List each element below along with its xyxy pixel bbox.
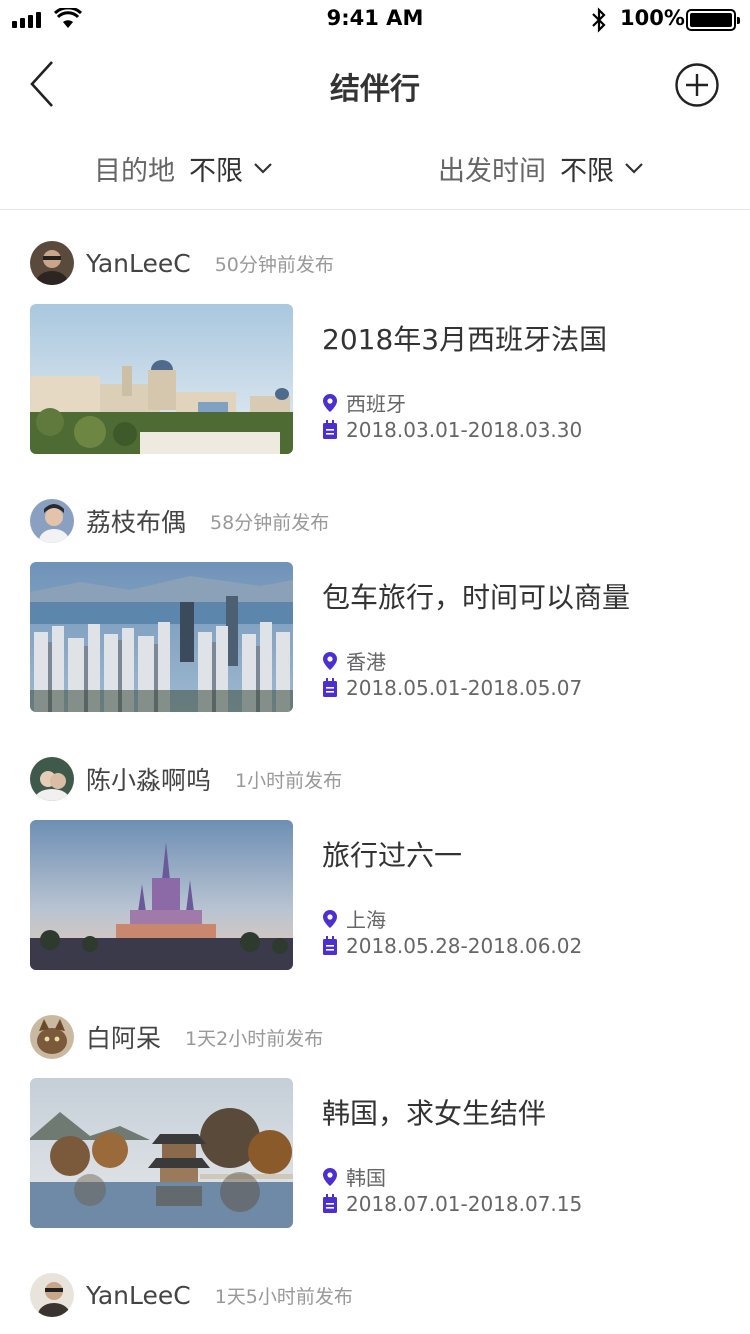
- avatar[interactable]: [30, 499, 74, 543]
- date-range-text: 2018.07.01-2018.07.15: [346, 1192, 583, 1216]
- posted-time: 1小时前发布: [235, 769, 343, 792]
- posted-time: 50分钟前发布: [214, 253, 334, 276]
- status-bar: 9:41 AM 100%: [0, 0, 750, 40]
- calendar-icon: [323, 1194, 337, 1213]
- post-card[interactable]: YanLeeC 50分钟前发布 2018年3月西班牙法国 西班牙 2018.03…: [0, 240, 750, 498]
- post-header: YanLeeC 1天5小时前发布: [30, 1272, 353, 1318]
- calendar-icon: [323, 678, 337, 697]
- location-text: 西班牙: [346, 392, 406, 416]
- calendar-icon: [323, 936, 337, 955]
- post-title[interactable]: 旅行过六一: [322, 834, 462, 874]
- location-text: 香港: [346, 650, 386, 674]
- post-location: 西班牙: [322, 388, 406, 417]
- depart-time-filter-label: 出发时间: [438, 155, 546, 187]
- post-card[interactable]: YanLeeC 1天5小时前发布: [0, 1272, 750, 1334]
- date-range-text: 2018.05.28-2018.06.02: [346, 934, 583, 958]
- post-thumbnail[interactable]: [30, 1078, 293, 1228]
- destination-filter-label: 目的地: [94, 155, 175, 187]
- location-pin-icon: [323, 651, 337, 670]
- post-header: 荔枝布偶 58分钟前发布: [30, 498, 329, 544]
- post-thumbnail[interactable]: [30, 304, 293, 454]
- post-location: 香港: [322, 646, 386, 675]
- calendar-icon: [323, 420, 337, 439]
- author-name[interactable]: YanLeeC: [86, 249, 191, 278]
- depart-time-filter-value: 不限: [560, 155, 614, 187]
- post-card[interactable]: 荔枝布偶 58分钟前发布 包车旅行，时间可以商量 香港 2018.05.01-2…: [0, 498, 750, 756]
- avatar[interactable]: [30, 1015, 74, 1059]
- battery-icon: [686, 9, 740, 31]
- location-text: 上海: [346, 908, 386, 932]
- post-header: YanLeeC 50分钟前发布: [30, 240, 334, 286]
- post-dates: 2018.05.01-2018.05.07: [322, 676, 582, 700]
- avatar[interactable]: [30, 757, 74, 801]
- post-dates: 2018.03.01-2018.03.30: [322, 418, 582, 442]
- posted-time: 1天2小时前发布: [185, 1027, 324, 1050]
- post-thumbnail[interactable]: [30, 562, 293, 712]
- post-card[interactable]: 陈小淼啊呜 1小时前发布 旅行过六一 上海 2018.05.28-2018.06…: [0, 756, 750, 1014]
- post-location: 上海: [322, 904, 386, 933]
- post-dates: 2018.05.28-2018.06.02: [322, 934, 582, 958]
- author-name[interactable]: YanLeeC: [86, 1281, 191, 1310]
- post-title[interactable]: 2018年3月西班牙法国: [322, 318, 607, 358]
- date-range-text: 2018.03.01-2018.03.30: [346, 418, 583, 442]
- post-title[interactable]: 包车旅行，时间可以商量: [322, 576, 630, 616]
- post-location: 韩国: [322, 1162, 386, 1191]
- post-card[interactable]: 白阿呆 1天2小时前发布 韩国，求女生结伴 韩国 2018.07.01-2018…: [0, 1014, 750, 1272]
- location-pin-icon: [323, 1167, 337, 1186]
- destination-filter[interactable]: 目的地 不限: [94, 150, 273, 187]
- avatar[interactable]: [30, 241, 74, 285]
- chevron-down-icon: [625, 163, 643, 174]
- post-title[interactable]: 韩国，求女生结伴: [322, 1092, 546, 1132]
- bluetooth-icon: [592, 7, 606, 33]
- page-title: 结伴行: [330, 72, 420, 107]
- post-thumbnail[interactable]: [30, 820, 293, 970]
- location-pin-icon: [323, 393, 337, 412]
- post-header: 陈小淼啊呜 1小时前发布: [30, 756, 342, 802]
- destination-filter-value: 不限: [189, 155, 243, 187]
- posted-time: 1天5小时前发布: [214, 1285, 353, 1308]
- location-text: 韩国: [346, 1166, 386, 1190]
- post-dates: 2018.07.01-2018.07.15: [322, 1192, 582, 1216]
- post-header: 白阿呆 1天2小时前发布: [30, 1014, 323, 1060]
- posted-time: 58分钟前发布: [210, 511, 330, 534]
- author-name[interactable]: 陈小淼啊呜: [86, 761, 211, 797]
- battery-percent: 100%: [620, 6, 685, 30]
- author-name[interactable]: 白阿呆: [86, 1019, 161, 1055]
- depart-time-filter[interactable]: 出发时间 不限: [438, 150, 644, 187]
- author-name[interactable]: 荔枝布偶: [86, 503, 186, 539]
- add-post-button[interactable]: [674, 62, 720, 108]
- nav-bar: 结伴行: [0, 40, 750, 128]
- chevron-down-icon: [254, 163, 272, 174]
- date-range-text: 2018.05.01-2018.05.07: [346, 676, 583, 700]
- filter-bar: 目的地 不限 出发时间 不限: [0, 128, 750, 210]
- location-pin-icon: [323, 909, 337, 928]
- avatar[interactable]: [30, 1273, 74, 1317]
